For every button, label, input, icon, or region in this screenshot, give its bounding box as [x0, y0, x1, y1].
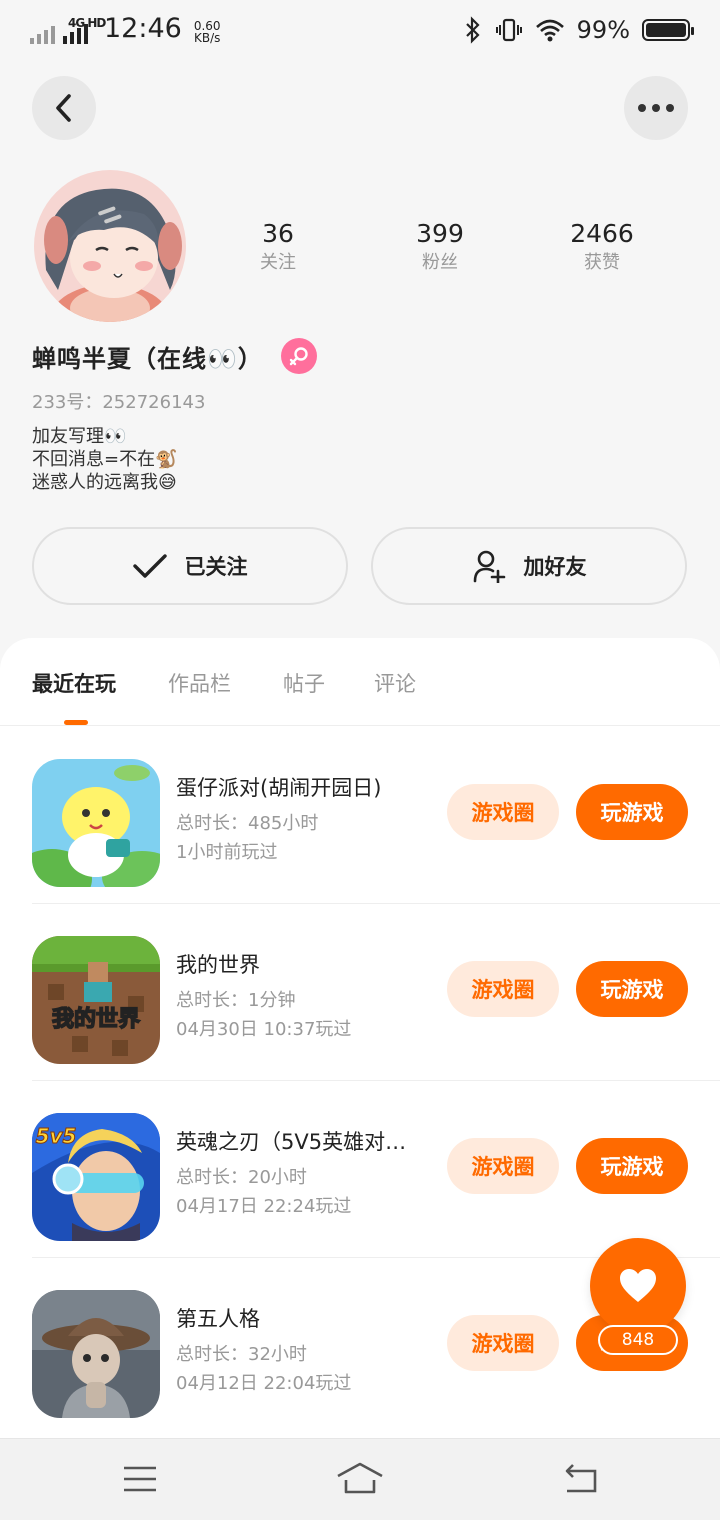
minecraft-logo-text: 我的世界	[52, 1006, 140, 1032]
play-game-button[interactable]: 玩游戏	[576, 784, 688, 840]
stat-likes[interactable]: 2466 获赞	[542, 218, 662, 276]
game-last-played: 04月30日 10:37玩过	[176, 1019, 352, 1040]
network-type: 4G HD	[68, 16, 106, 30]
game-title: 英魂之刃（5V5英雄对战）	[176, 1130, 426, 1154]
like-fab-button[interactable]	[590, 1238, 686, 1334]
bio-line: 不回消息=不在🐒	[32, 449, 178, 470]
status-time: 12:46	[104, 13, 182, 44]
tab-bar: 最近在玩 作品栏 帖子 评论	[0, 638, 720, 726]
add-friend-label: 加好友	[523, 555, 587, 579]
battery-percent: 99%	[576, 16, 630, 44]
wifi-icon	[535, 19, 564, 42]
nav-menu-button[interactable]	[116, 1457, 164, 1501]
home-icon	[337, 1462, 383, 1494]
more-options-button[interactable]	[624, 76, 688, 140]
game-row[interactable]: 蛋仔派对(胡闹开园日) 总时长：485小时 1小时前玩过 游戏圈 玩游戏	[0, 727, 720, 904]
stat-label: 关注	[260, 252, 296, 273]
5v5-logo-text: 5v5	[36, 1124, 77, 1148]
tab-indicator	[64, 720, 88, 725]
game-last-played: 04月12日 22:04玩过	[176, 1373, 352, 1394]
game-icon-identity-v[interactable]	[32, 1290, 160, 1418]
tab-works[interactable]: 作品栏	[168, 668, 231, 698]
game-row[interactable]: 我的世界 我的世界 总时长：1分钟 04月30日 10:37玩过 游戏圈 玩游戏	[0, 904, 720, 1081]
bluetooth-icon	[465, 16, 480, 44]
username: 蝉鸣半夏（在线👀）	[32, 344, 263, 373]
tab-posts[interactable]: 帖子	[283, 668, 325, 698]
bio-line: 加友写理👀	[32, 426, 127, 447]
tab-recently-played[interactable]: 最近在玩	[32, 668, 116, 698]
game-last-played: 04月17日 22:24玩过	[176, 1196, 352, 1217]
game-circle-button[interactable]: 游戏圈	[447, 784, 559, 840]
bio-line: 迷惑人的远离我😅	[32, 472, 177, 493]
game-duration: 总时长：32小时	[176, 1344, 307, 1365]
game-duration: 总时长：1分钟	[176, 990, 296, 1011]
game-circle-button[interactable]: 游戏圈	[447, 961, 559, 1017]
menu-icon	[124, 1466, 156, 1492]
stat-following[interactable]: 36 关注	[218, 218, 338, 276]
game-circle-button[interactable]: 游戏圈	[447, 1138, 559, 1194]
game-duration: 总时长：20小时	[176, 1167, 307, 1188]
game-icon-soul-blade[interactable]: 5v5	[32, 1113, 160, 1241]
network-speed: 0.60 KB/s	[193, 19, 221, 45]
add-friend-button[interactable]: 加好友	[371, 527, 687, 605]
stat-fans[interactable]: 399 粉丝	[380, 218, 500, 276]
heart-icon	[620, 1269, 656, 1302]
back-arrow-icon	[56, 94, 71, 122]
more-dots-icon	[638, 104, 674, 112]
game-last-played: 1小时前玩过	[176, 842, 278, 863]
system-nav-bar	[0, 1438, 720, 1520]
stat-number: 36	[262, 219, 294, 248]
user-id: 233号：252726143	[32, 392, 206, 413]
female-gender-icon	[280, 338, 317, 374]
game-title: 第五人格	[176, 1307, 260, 1331]
game-icon-eggy-party[interactable]	[32, 759, 160, 887]
tab-comments[interactable]: 评论	[374, 668, 416, 698]
return-icon	[565, 1464, 597, 1493]
status-bar: 12:46 0.60 KB/s 4G HD 99%	[0, 0, 720, 66]
add-user-icon	[473, 550, 505, 583]
checkmark-icon	[132, 554, 167, 578]
like-count: 848	[598, 1325, 678, 1355]
game-duration: 总时长：485小时	[176, 813, 319, 834]
stat-number: 399	[416, 219, 464, 248]
avatar[interactable]	[34, 170, 186, 322]
back-button[interactable]	[32, 76, 96, 140]
game-row[interactable]: 5v5 英魂之刃（5V5英雄对战） 总时长：20小时 04月17日 22:24玩…	[0, 1081, 720, 1258]
vibrate-icon	[495, 18, 522, 42]
battery-icon	[642, 19, 694, 41]
game-icon-minecraft[interactable]: 我的世界	[32, 936, 160, 1064]
game-title: 蛋仔派对(胡闹开园日)	[176, 776, 382, 800]
bio: 加友写理👀 不回消息=不在🐒 迷惑人的远离我😅	[32, 425, 178, 494]
play-game-button[interactable]: 玩游戏	[576, 1138, 688, 1194]
play-game-button[interactable]: 玩游戏	[576, 961, 688, 1017]
stat-label: 粉丝	[422, 252, 458, 273]
followed-label: 已关注	[184, 555, 248, 579]
stat-label: 获赞	[584, 252, 620, 273]
signal-icon-sim2	[30, 20, 55, 44]
nav-back-button[interactable]	[556, 1457, 604, 1501]
nav-home-button[interactable]	[336, 1457, 384, 1501]
game-circle-button[interactable]: 游戏圈	[447, 1315, 559, 1371]
profile-stats: 36 关注 399 粉丝 2466 获赞	[218, 218, 662, 276]
stat-number: 2466	[570, 219, 634, 248]
game-title: 我的世界	[176, 953, 260, 977]
followed-button[interactable]: 已关注	[32, 527, 348, 605]
